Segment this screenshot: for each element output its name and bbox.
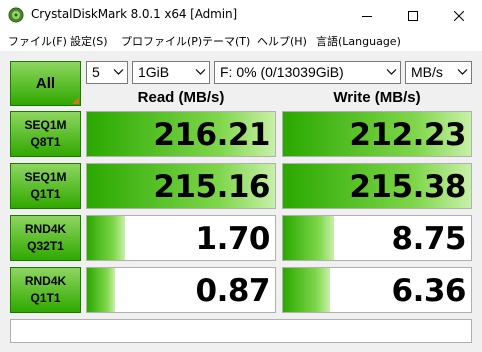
write-result-cell: 6.36 <box>282 267 472 313</box>
test-name-line1: SEQ1M <box>24 170 67 184</box>
write-result-cell: 8.75 <box>282 215 472 261</box>
minimize-icon <box>362 15 372 17</box>
read-result-value: 1.70 <box>195 221 271 257</box>
rnd4k-q1t1-button[interactable]: RND4K Q1T1 <box>10 267 81 313</box>
menu-settings[interactable]: 設定(S) <box>70 33 108 49</box>
test-name-line2: Q8T1 <box>30 135 61 149</box>
read-progress-bar <box>87 216 125 260</box>
read-result-value: 0.87 <box>195 273 271 309</box>
menu-language[interactable]: 言語(Language) <box>316 33 401 49</box>
close-button[interactable] <box>436 0 482 31</box>
all-button-label: All <box>35 75 56 92</box>
chevron-down-icon <box>113 69 124 75</box>
read-result-cell: 216.21 <box>86 111 276 157</box>
seq1m-q8t1-button[interactable]: SEQ1M Q8T1 <box>10 111 81 157</box>
unit-select[interactable]: MB/s <box>405 61 472 84</box>
test-count-select[interactable]: 5 <box>86 61 128 84</box>
read-result-cell: 1.70 <box>86 215 276 261</box>
write-result-value: 212.23 <box>349 117 466 153</box>
read-result-value: 215.16 <box>153 169 270 205</box>
app-icon <box>8 7 24 23</box>
chevron-down-icon <box>195 69 206 75</box>
write-progress-bar <box>283 216 334 260</box>
write-header: Write (MB/s) <box>333 89 421 106</box>
test-count-value: 5 <box>92 64 100 80</box>
write-result-value: 8.75 <box>391 221 467 257</box>
read-result-cell: 215.16 <box>86 163 276 209</box>
read-result-cell: 0.87 <box>86 267 276 313</box>
read-result-value: 216.21 <box>153 117 270 153</box>
corner-marker-icon <box>72 97 79 104</box>
title-bar: CrystalDiskMark 8.0.1 x64 [Admin] <box>0 0 482 31</box>
write-progress-bar <box>283 268 330 312</box>
main-panel: All 5 1GiB F: 0% (0/13039GiB) MB/s Read … <box>0 52 482 352</box>
write-result-cell: 215.38 <box>282 163 472 209</box>
drive-select[interactable]: F: 0% (0/13039GiB) <box>214 61 401 84</box>
test-name-line2: Q32T1 <box>27 239 64 253</box>
test-size-value: 1GiB <box>138 64 170 80</box>
menu-bar: ファイル(F) 設定(S) プロファイル(P) テーマ(T) ヘルプ(H) 言語… <box>0 31 482 52</box>
comment-field[interactable] <box>10 319 472 343</box>
chevron-down-icon <box>386 69 397 75</box>
maximize-icon <box>408 10 418 21</box>
drive-value: F: 0% (0/13039GiB) <box>220 64 344 80</box>
test-size-select[interactable]: 1GiB <box>132 61 210 84</box>
rnd4k-q32t1-button[interactable]: RND4K Q32T1 <box>10 215 81 261</box>
all-button[interactable]: All <box>10 61 81 106</box>
test-name-line1: SEQ1M <box>24 118 67 132</box>
test-name-line2: Q1T1 <box>30 291 61 305</box>
maximize-button[interactable] <box>390 0 436 31</box>
read-progress-bar <box>87 268 116 312</box>
read-header: Read (MB/s) <box>137 89 225 106</box>
unit-value: MB/s <box>411 64 443 80</box>
minimize-button[interactable] <box>344 0 390 31</box>
test-name-line2: Q1T1 <box>30 187 61 201</box>
write-result-value: 6.36 <box>391 273 467 309</box>
menu-profile[interactable]: プロファイル(P) <box>121 33 202 49</box>
write-result-cell: 212.23 <box>282 111 472 157</box>
menu-file[interactable]: ファイル(F) <box>8 33 67 49</box>
test-name-line1: RND4K <box>24 222 67 236</box>
close-icon <box>454 10 464 21</box>
window-title: CrystalDiskMark 8.0.1 x64 [Admin] <box>31 7 238 21</box>
chevron-down-icon <box>457 69 468 75</box>
test-name-line1: RND4K <box>24 274 67 288</box>
seq1m-q1t1-button[interactable]: SEQ1M Q1T1 <box>10 163 81 209</box>
menu-help[interactable]: ヘルプ(H) <box>257 33 307 49</box>
write-result-value: 215.38 <box>349 169 466 205</box>
menu-theme[interactable]: テーマ(T) <box>202 33 250 49</box>
